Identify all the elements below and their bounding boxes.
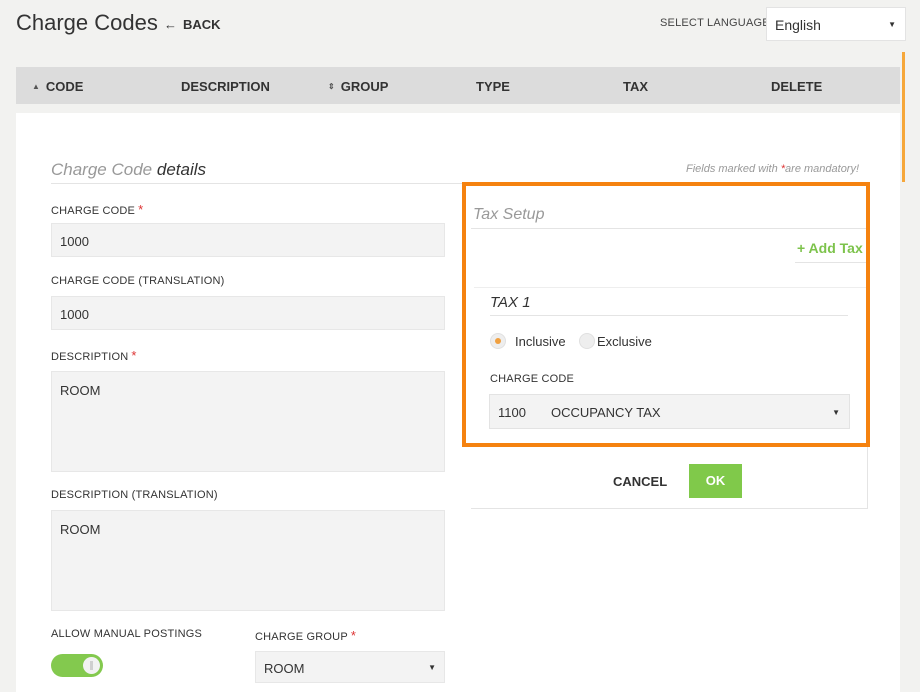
charge-code-label: CHARGE CODE * <box>51 202 143 217</box>
mandatory-note: Fields marked with *are mandatory! <box>686 163 859 175</box>
back-arrow-icon: ← <box>164 17 177 32</box>
tax-item-title: TAX 1 <box>490 294 531 311</box>
details-title: Charge Code details <box>51 160 206 180</box>
description-translation-label: DESCRIPTION (TRANSLATION) <box>51 489 218 501</box>
top-bar: Charge Codes ← BACK SELECT LANGUAGE Engli… <box>0 0 920 50</box>
mandatory-note-suffix: are mandatory! <box>785 163 860 175</box>
sort-icon: ⇕ <box>328 82 335 91</box>
table-header: ▲ CODE DESCRIPTION ⇕ GROUP TYPE TAX DELETE <box>16 67 900 104</box>
column-type-label: TYPE <box>476 79 510 94</box>
description-label-text: DESCRIPTION <box>51 351 129 363</box>
inclusive-radio[interactable] <box>490 333 506 349</box>
inclusive-label[interactable]: Inclusive <box>515 334 566 349</box>
toggle-knob <box>83 657 100 674</box>
mandatory-note-text: Fields marked with <box>686 163 781 175</box>
description-translation-textarea[interactable]: ROOM <box>51 510 445 611</box>
scrollbar[interactable] <box>902 52 905 182</box>
tax-charge-code-label: CHARGE CODE <box>490 373 575 385</box>
description-textarea[interactable]: ROOM <box>51 371 445 472</box>
exclusive-radio[interactable] <box>579 333 595 349</box>
tax-charge-code-number: 1100 <box>498 405 526 420</box>
language-select[interactable]: English ▼ <box>766 7 906 41</box>
back-button[interactable]: ← BACK <box>164 17 221 32</box>
description-label: DESCRIPTION * <box>51 348 137 363</box>
column-tax-label: TAX <box>623 79 649 94</box>
column-group[interactable]: ⇕ GROUP <box>328 79 388 94</box>
charge-group-label-text: CHARGE GROUP <box>255 631 348 643</box>
charge-group-value: ROOM <box>264 661 305 676</box>
column-delete[interactable]: DELETE <box>771 79 822 94</box>
column-code[interactable]: ▲ CODE <box>32 79 83 94</box>
charge-code-translation-input[interactable]: 1000 <box>51 296 445 330</box>
divider <box>474 287 866 288</box>
tax-charge-code-select[interactable]: 1100 OCCUPANCY TAX ▼ <box>489 394 850 429</box>
language-label: SELECT LANGUAGE <box>660 17 770 29</box>
page-title: Charge Codes <box>16 10 158 35</box>
column-description-label: DESCRIPTION <box>181 79 270 94</box>
add-tax-button[interactable]: + Add Tax <box>797 240 863 256</box>
divider <box>490 315 848 316</box>
chevron-down-icon: ▼ <box>428 663 436 672</box>
plus-icon: + <box>797 240 809 256</box>
column-group-label: GROUP <box>340 79 389 94</box>
back-label: BACK <box>183 17 221 32</box>
allow-manual-postings-label: ALLOW MANUAL POSTINGS <box>51 628 203 640</box>
sort-asc-icon: ▲ <box>32 82 40 91</box>
column-delete-label: DELETE <box>771 79 823 94</box>
charge-group-label: CHARGE GROUP * <box>255 628 356 643</box>
divider <box>471 228 868 229</box>
column-description[interactable]: DESCRIPTION <box>181 79 270 94</box>
tax-setup-title: Tax Setup <box>473 206 545 223</box>
details-title-light: Charge Code <box>51 160 153 179</box>
details-title-bold: details <box>156 160 206 179</box>
column-type[interactable]: TYPE <box>476 79 510 94</box>
charge-code-translation-label: CHARGE CODE (TRANSLATION) <box>51 275 225 287</box>
chevron-down-icon: ▼ <box>888 20 896 29</box>
language-value: English <box>775 17 821 33</box>
divider <box>51 183 466 184</box>
allow-manual-postings-toggle[interactable] <box>51 654 103 677</box>
ok-button[interactable]: OK <box>689 464 742 498</box>
tax-charge-code-name: OCCUPANCY TAX <box>551 405 661 420</box>
charge-code-label-text: CHARGE CODE <box>51 205 136 217</box>
required-star: * <box>138 202 144 217</box>
required-star: * <box>350 628 357 643</box>
charge-group-select[interactable]: ROOM ▼ <box>255 651 445 683</box>
chevron-down-icon: ▼ <box>832 408 840 417</box>
cancel-button[interactable]: CANCEL <box>613 474 667 489</box>
divider <box>795 262 868 263</box>
column-code-label: CODE <box>45 79 84 94</box>
column-tax[interactable]: TAX <box>623 79 648 94</box>
charge-code-input[interactable]: 1000 <box>51 223 445 257</box>
add-tax-label: Add Tax <box>808 240 863 256</box>
exclusive-label[interactable]: Exclusive <box>597 334 652 349</box>
required-star: * <box>131 348 137 363</box>
